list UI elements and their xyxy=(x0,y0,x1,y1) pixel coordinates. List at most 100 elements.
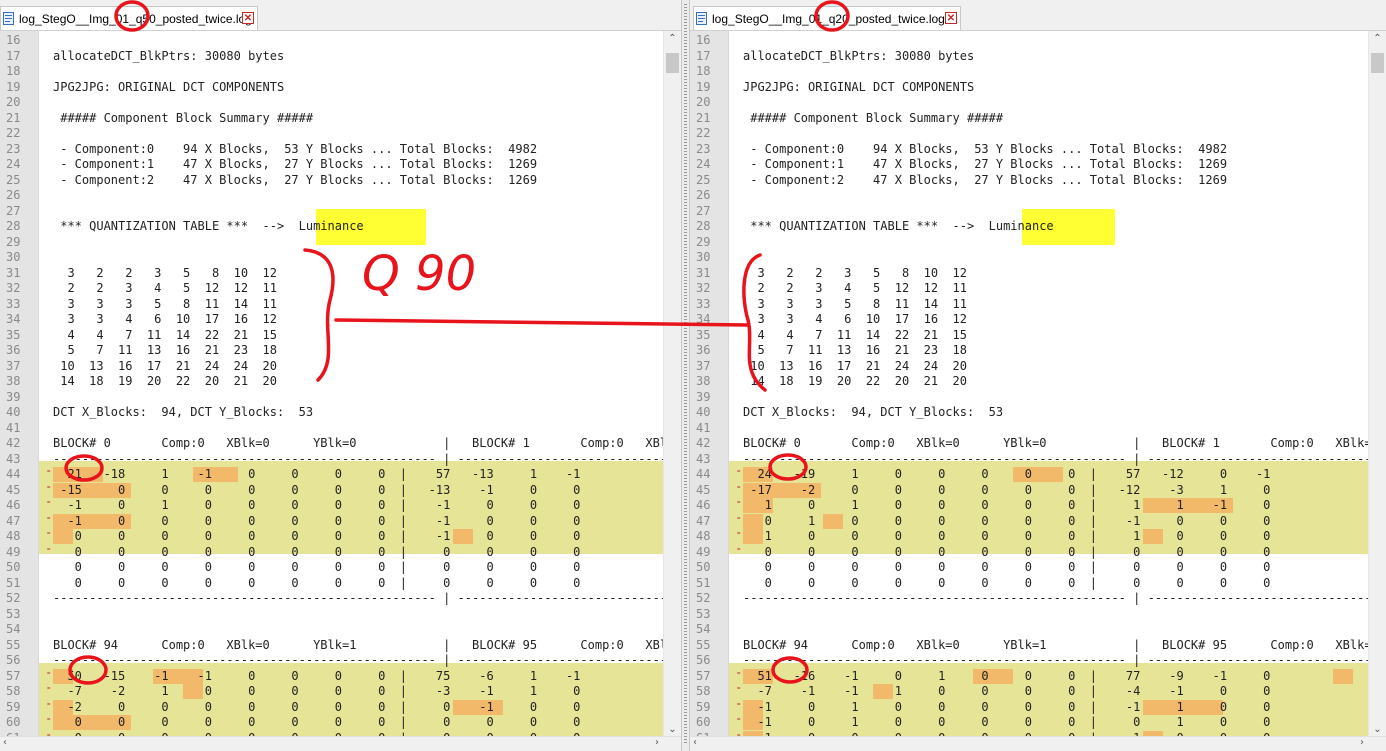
close-icon[interactable]: ✕ xyxy=(242,12,254,24)
fold-marker-icon[interactable]: ⁼ xyxy=(46,700,52,716)
line-number: 42 xyxy=(6,436,21,450)
fold-marker-icon[interactable]: ⁼ xyxy=(46,483,52,499)
log-line: - Component:2 47 X Blocks, 27 Y Blocks .… xyxy=(53,172,538,187)
tab-right-log[interactable]: log_StegO__Img_01_q20_posted_twice.log ✕ xyxy=(693,6,961,30)
pane-splitter[interactable] xyxy=(681,0,690,751)
line-number: 36 xyxy=(696,343,711,357)
line-number: 52 xyxy=(696,591,711,605)
horizontal-scrollbar[interactable]: ‹ › xyxy=(0,736,681,751)
log-line: 4 4 7 11 14 22 21 15 xyxy=(53,327,277,342)
line-number: 53 xyxy=(6,606,21,621)
editor-pane-left: log_StegO__Img_01_q50_posted_twice.log ✕… xyxy=(0,0,681,751)
cell-highlight xyxy=(1333,668,1353,684)
log-line: 0 0 0 0 0 0 0 0 | 0 0 0 0 xyxy=(53,575,581,590)
scroll-right-icon[interactable]: › xyxy=(655,737,659,748)
fold-marker-icon[interactable]: ⁼ xyxy=(736,467,742,483)
fold-marker-icon[interactable]: ⁼ xyxy=(46,514,52,530)
log-line: 24 -19 1 0 0 0 0 0 | 57 -12 0 -1 xyxy=(743,467,1271,481)
fold-marker-icon[interactable]: ⁼ xyxy=(736,483,742,499)
scroll-up-icon[interactable]: ⌃ xyxy=(1369,33,1386,44)
log-line: BLOCK# 0 Comp:0 XBlk=0 YBlk=0 | BLOCK# 1… xyxy=(743,436,1369,450)
tab-filename: log_StegO__Img_01_q50_posted_twice.log xyxy=(19,12,252,26)
log-line: ----------------------------------------… xyxy=(53,591,664,605)
scroll-left-icon[interactable]: ‹ xyxy=(693,737,697,748)
close-icon[interactable]: ✕ xyxy=(945,12,957,24)
fold-marker-icon[interactable]: ⁼ xyxy=(46,715,52,731)
line-number: 48 xyxy=(696,529,711,543)
line-number: 46 xyxy=(6,498,21,512)
log-line: -2 0 0 0 0 0 0 0 | 0 -1 0 0 xyxy=(53,699,581,714)
line-number: 31 xyxy=(696,265,711,280)
line-number: 57 xyxy=(6,668,21,683)
line-number: 40 xyxy=(696,405,711,419)
line-number: 54 xyxy=(6,622,21,636)
line-number: 37 xyxy=(6,358,21,373)
log-line: 10 13 16 17 21 24 24 20 xyxy=(743,358,967,373)
line-number: 28 xyxy=(6,219,21,233)
fold-marker-icon[interactable]: ⁼ xyxy=(736,529,742,545)
log-line: DCT X_Blocks: 94, DCT Y_Blocks: 53 xyxy=(53,405,314,419)
vertical-scrollbar[interactable]: ⌃ ⌄ xyxy=(1368,31,1386,737)
line-number: 38 xyxy=(6,374,21,388)
log-line: 0 0 0 0 0 0 0 0 | 0 0 0 0 xyxy=(743,575,1271,590)
fold-marker-icon[interactable]: ⁼ xyxy=(46,684,52,700)
log-line: 0 0 0 0 0 0 0 0 | 0 0 0 0 xyxy=(743,544,1271,559)
fold-marker-icon[interactable]: ⁼ xyxy=(46,529,52,545)
log-line: - Component:1 47 X Blocks, 27 Y Blocks .… xyxy=(743,157,1228,171)
log-line: 3 2 2 3 5 8 10 12 xyxy=(53,265,277,280)
fold-marker-icon[interactable]: ⁼ xyxy=(736,684,742,700)
log-line: 2 2 3 4 5 12 12 11 xyxy=(53,281,277,295)
fold-marker-icon[interactable]: ⁼ xyxy=(736,700,742,716)
fold-marker-icon[interactable]: ⁼ xyxy=(46,498,52,514)
line-number: 47 xyxy=(696,513,711,528)
line-number: 41 xyxy=(6,420,21,435)
scroll-thumb[interactable] xyxy=(666,53,679,73)
line-number: 27 xyxy=(6,203,21,218)
line-number: 56 xyxy=(6,653,21,667)
scroll-thumb[interactable] xyxy=(1371,53,1384,73)
line-number: 35 xyxy=(6,327,21,342)
line-number: 23 xyxy=(696,141,711,156)
scroll-down-icon[interactable]: ⌄ xyxy=(1369,724,1386,735)
line-number: 39 xyxy=(696,389,711,404)
line-number: 44 xyxy=(696,467,711,481)
line-number: 47 xyxy=(6,513,21,528)
log-line: 3 2 2 3 5 8 10 12 xyxy=(743,265,967,280)
log-line: 3 3 4 6 10 17 16 12 xyxy=(743,312,967,326)
editor-text-area[interactable]: allocateDCT_BlkPtrs: 30080 bytes JPG2JPG:… xyxy=(39,31,664,737)
line-number: 18 xyxy=(696,64,711,78)
line-number: 45 xyxy=(6,482,21,497)
fold-marker-icon[interactable]: ⁼ xyxy=(736,498,742,514)
line-number: 24 xyxy=(696,157,711,171)
log-line: JPG2JPG: ORIGINAL DCT COMPONENTS xyxy=(743,79,975,94)
fold-marker-icon[interactable]: ⁼ xyxy=(736,514,742,530)
fold-marker-icon[interactable]: ⁼ xyxy=(736,669,742,685)
horizontal-scrollbar[interactable]: ‹ › xyxy=(690,736,1386,751)
line-number: 26 xyxy=(6,188,21,202)
line-number: 16 xyxy=(696,33,711,47)
scroll-left-icon[interactable]: ‹ xyxy=(3,737,7,748)
line-number: 39 xyxy=(6,389,21,404)
fold-marker-icon[interactable]: ⁼ xyxy=(736,715,742,731)
log-line: ----------------------------------------… xyxy=(743,451,1369,466)
scroll-right-icon[interactable]: › xyxy=(1360,737,1364,748)
splitter-grip xyxy=(684,4,687,744)
tab-bar: log_StegO__Img_01_q50_posted_twice.log ✕ xyxy=(0,0,681,31)
fold-marker-icon[interactable]: ⁼ xyxy=(46,669,52,685)
log-line: 10 13 16 17 21 24 24 20 xyxy=(53,358,277,373)
scroll-up-icon[interactable]: ⌃ xyxy=(664,33,681,44)
line-number: 32 xyxy=(6,281,21,295)
fold-marker-icon[interactable]: ⁼ xyxy=(46,545,52,561)
line-number: 29 xyxy=(696,234,711,249)
scroll-down-icon[interactable]: ⌄ xyxy=(664,724,681,735)
fold-marker-icon[interactable]: ⁼ xyxy=(46,467,52,483)
line-number-gutter: 16 17 18 19 20 21 22 23 24 25 26 27 28 29 30 31 32 33 34 35… xyxy=(690,31,729,745)
line-number: 53 xyxy=(696,606,711,621)
line-number: 59 xyxy=(696,699,711,714)
tab-left-log[interactable]: log_StegO__Img_01_q50_posted_twice.log ✕ xyxy=(0,6,258,30)
line-number: 42 xyxy=(696,436,711,450)
fold-marker-icon[interactable]: ⁼ xyxy=(736,545,742,561)
line-number: 25 xyxy=(6,172,21,187)
vertical-scrollbar[interactable]: ⌃ ⌄ xyxy=(663,31,681,737)
editor-text-area[interactable]: allocateDCT_BlkPtrs: 30080 bytes JPG2JPG:… xyxy=(729,31,1369,737)
